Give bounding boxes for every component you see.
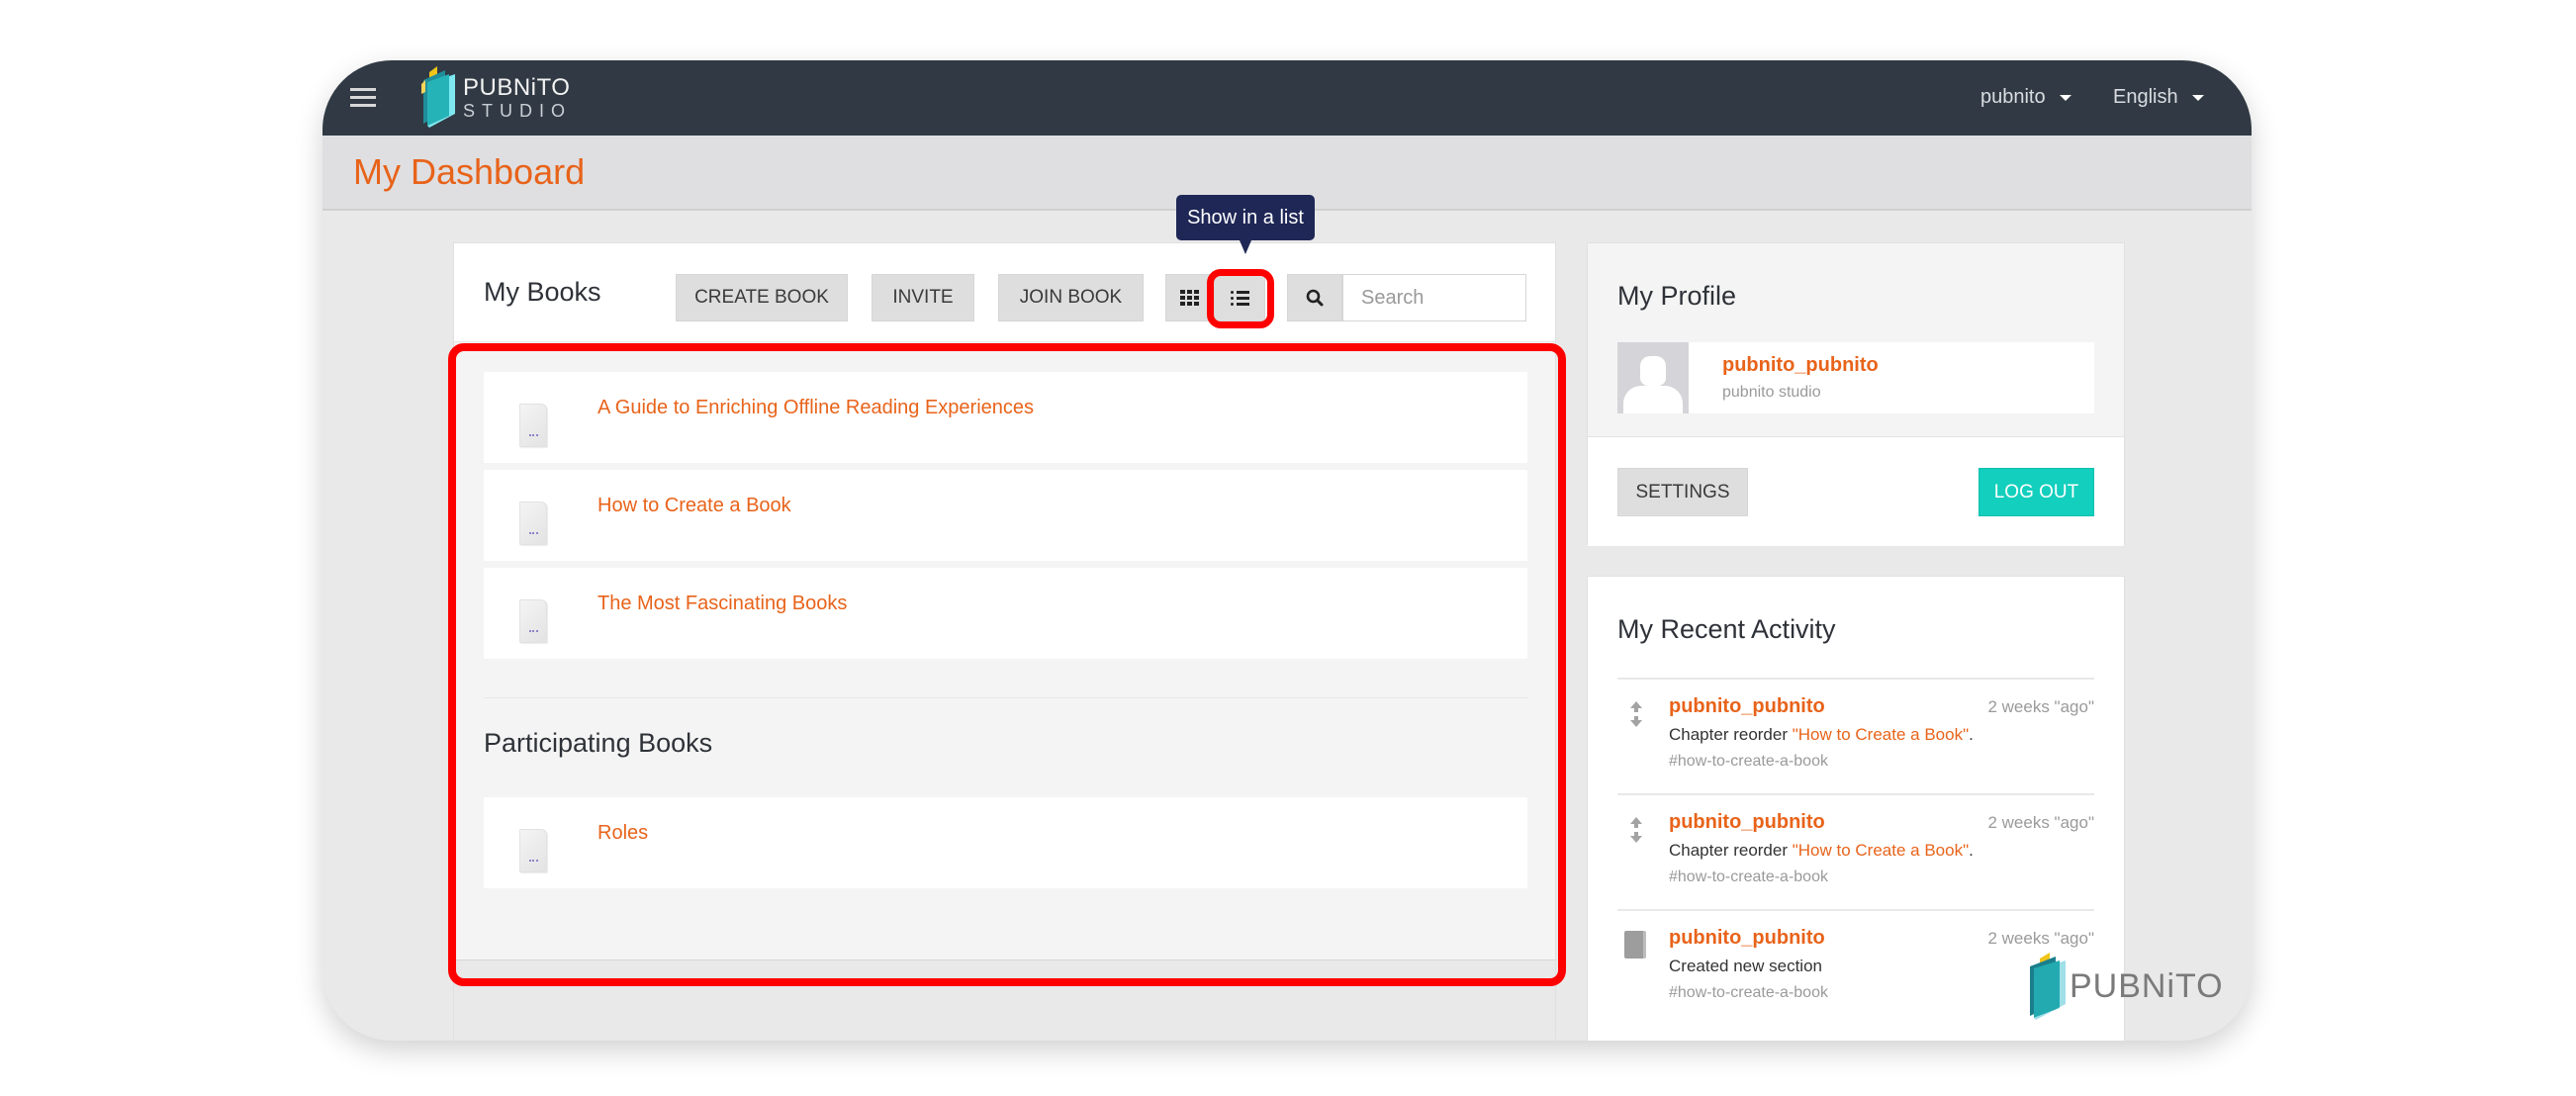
reorder-icon — [1630, 817, 1642, 843]
logout-button[interactable]: LOG OUT — [1978, 468, 2094, 516]
book-list-item[interactable]: Roles — [484, 797, 1527, 888]
join-book-button[interactable]: JOIN BOOK — [998, 274, 1144, 321]
page-title: My Dashboard — [353, 151, 586, 192]
my-profile-title: My Profile — [1617, 281, 1737, 311]
avatar[interactable] — [1617, 342, 1689, 413]
book-logo-icon — [421, 66, 455, 128]
section-divider — [484, 697, 1527, 698]
search-icon — [1306, 289, 1324, 307]
caret-down-icon — [2191, 94, 2204, 101]
activity-timestamp: 2 weeks "ago" — [1987, 697, 2094, 716]
book-list-item[interactable]: The Most Fascinating Books — [484, 568, 1527, 659]
grid-view-button[interactable] — [1165, 274, 1214, 321]
book-cover-icon — [519, 599, 547, 643]
activity-book-link[interactable]: "How to Create a Book" — [1793, 841, 1969, 860]
app-logo[interactable]: PUBNiTO STUDIO — [415, 66, 572, 130]
create-book-button[interactable]: CREATE BOOK — [676, 274, 848, 321]
panel-footer — [454, 959, 1555, 1041]
activity-timestamp: 2 weeks "ago" — [1987, 929, 2094, 948]
activity-item: pubnito_pubnito 2 weeks "ago" Created ne… — [1617, 909, 2094, 1025]
watermark-text: PUBNiTO — [2070, 966, 2224, 1005]
profile-summary: pubnito_pubnito pubnito studio — [1617, 342, 2094, 413]
search-button[interactable] — [1287, 274, 1342, 321]
top-navbar: PUBNiTO STUDIO pubnito English — [322, 60, 2252, 136]
book-list-item[interactable]: A Guide to Enriching Offline Reading Exp… — [484, 372, 1527, 463]
my-books-title: My Books — [484, 277, 601, 307]
invite-button[interactable]: INVITE — [872, 274, 974, 321]
caret-down-icon — [2059, 94, 2071, 101]
activity-timestamp: 2 weeks "ago" — [1987, 813, 2094, 832]
book-cover-icon — [519, 502, 547, 545]
activity-tag[interactable]: #how-to-create-a-book — [1669, 868, 1828, 886]
activity-book-link[interactable]: "How to Create a Book" — [1793, 725, 1969, 744]
profile-actions: SETTINGS LOG OUT — [1588, 436, 2124, 546]
activity-user-link[interactable]: pubnito_pubnito — [1669, 811, 1825, 834]
list-view-tooltip: Show in a list — [1176, 195, 1315, 254]
activity-user-link[interactable]: pubnito_pubnito — [1669, 927, 1825, 950]
language-dropdown[interactable]: English — [2113, 86, 2204, 109]
book-title-link[interactable]: Roles — [598, 822, 648, 845]
book-title-link[interactable]: The Most Fascinating Books — [598, 593, 847, 615]
book-cover-icon — [519, 404, 547, 447]
grid-icon — [1180, 290, 1199, 306]
activity-description: Chapter reorder "How to Create a Book". — [1669, 725, 1974, 744]
logo-text-secondary: STUDIO — [463, 101, 573, 121]
user-menu-label: pubnito — [1980, 86, 2046, 108]
activity-tag[interactable]: #how-to-create-a-book — [1669, 984, 1828, 1002]
profile-username[interactable]: pubnito_pubnito — [1722, 354, 1879, 377]
book-cover-icon — [519, 829, 547, 872]
logo-text-primary: PUBNiTO — [463, 74, 571, 101]
recent-activity-title: My Recent Activity — [1617, 614, 1836, 644]
activity-description: Chapter reorder "How to Create a Book". — [1669, 841, 1974, 860]
settings-button[interactable]: SETTINGS — [1617, 468, 1748, 516]
hamburger-icon[interactable] — [350, 88, 376, 108]
list-icon — [1230, 290, 1249, 306]
book-logo-icon — [2030, 953, 2066, 1020]
list-view-button[interactable] — [1214, 274, 1265, 321]
participating-books-title: Participating Books — [484, 728, 713, 758]
profile-subtitle: pubnito studio — [1722, 384, 1821, 401]
my-books-panel: My Books CREATE BOOK INVITE JOIN BOOK Se… — [453, 242, 1556, 1041]
activity-item: pubnito_pubnito 2 weeks "ago" Chapter re… — [1617, 793, 2094, 909]
book-title-link[interactable]: A Guide to Enriching Offline Reading Exp… — [598, 397, 1034, 419]
activity-item: pubnito_pubnito 2 weeks "ago" Chapter re… — [1617, 678, 2094, 793]
user-menu-dropdown[interactable]: pubnito — [1980, 86, 2071, 109]
activity-description: Created new section — [1669, 957, 1822, 975]
book-title-link[interactable]: How to Create a Book — [598, 495, 791, 517]
activity-user-link[interactable]: pubnito_pubnito — [1669, 695, 1825, 718]
book-list-item[interactable]: How to Create a Book — [484, 470, 1527, 561]
language-label: English — [2113, 86, 2178, 108]
reorder-icon — [1630, 701, 1642, 727]
my-profile-panel: My Profile pubnito_pubnito pubnito studi… — [1587, 242, 2125, 546]
document-icon — [1624, 931, 1646, 959]
pubnito-watermark: PUBNiTO — [2026, 953, 2224, 1020]
search-input[interactable] — [1342, 274, 1526, 321]
activity-tag[interactable]: #how-to-create-a-book — [1669, 753, 1828, 771]
my-books-toolbar: My Books CREATE BOOK INVITE JOIN BOOK — [454, 243, 1555, 342]
